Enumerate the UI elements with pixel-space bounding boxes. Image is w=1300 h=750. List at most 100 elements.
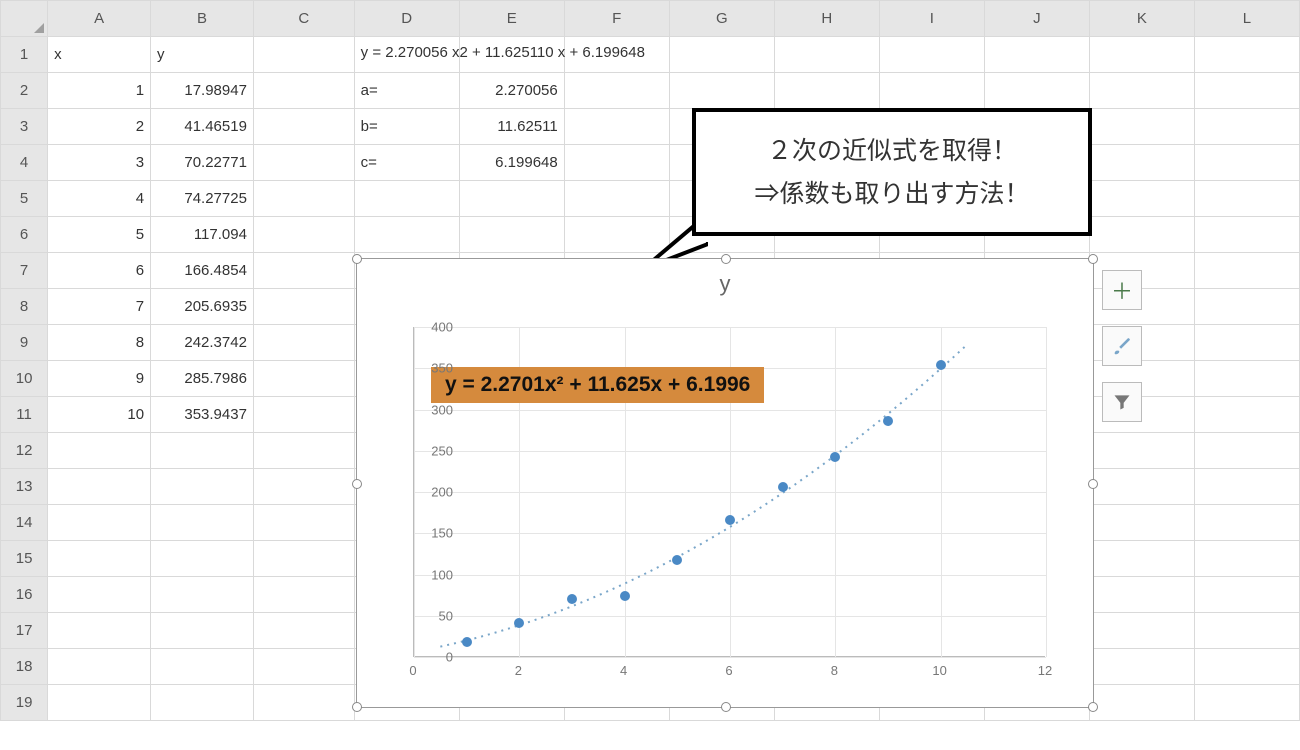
data-point[interactable] <box>462 637 472 647</box>
cell[interactable] <box>151 577 254 613</box>
chart-handle[interactable] <box>352 702 362 712</box>
data-point[interactable] <box>567 594 577 604</box>
cell[interactable] <box>1194 145 1299 181</box>
col-header-K[interactable]: K <box>1089 1 1194 37</box>
cell[interactable] <box>151 541 254 577</box>
row-header[interactable]: 4 <box>1 145 48 181</box>
cell[interactable] <box>253 433 354 469</box>
cell[interactable] <box>253 685 354 721</box>
data-point[interactable] <box>620 591 630 601</box>
cell[interactable]: y = 2.270056 x2 + 11.625110 x + 6.199648 <box>354 37 459 73</box>
cell[interactable] <box>48 469 151 505</box>
chart-handle[interactable] <box>352 254 362 264</box>
col-header-A[interactable]: A <box>48 1 151 37</box>
cell[interactable]: 74.27725 <box>151 181 254 217</box>
cell[interactable] <box>151 469 254 505</box>
cell[interactable]: 2.270056 <box>459 73 564 109</box>
row-header[interactable]: 12 <box>1 433 48 469</box>
cell[interactable]: 1 <box>48 73 151 109</box>
cell[interactable]: c= <box>354 145 459 181</box>
cell[interactable] <box>1194 577 1299 613</box>
cell[interactable] <box>48 613 151 649</box>
cell[interactable] <box>1194 109 1299 145</box>
row-header[interactable]: 5 <box>1 181 48 217</box>
cell[interactable] <box>253 37 354 73</box>
row-header[interactable]: 8 <box>1 289 48 325</box>
cell[interactable] <box>1194 289 1299 325</box>
cell[interactable] <box>253 289 354 325</box>
data-point[interactable] <box>883 416 893 426</box>
cell[interactable] <box>48 505 151 541</box>
cell[interactable] <box>253 253 354 289</box>
cell[interactable] <box>669 37 774 73</box>
cell[interactable] <box>1194 217 1299 253</box>
chart-handle[interactable] <box>352 479 362 489</box>
cell[interactable]: 242.3742 <box>151 325 254 361</box>
cell[interactable] <box>1089 181 1194 217</box>
row-header[interactable]: 16 <box>1 577 48 613</box>
col-header-G[interactable]: G <box>669 1 774 37</box>
chart-add-element-button[interactable]: ＋ <box>1102 270 1142 310</box>
col-header-C[interactable]: C <box>253 1 354 37</box>
cell[interactable] <box>1089 109 1194 145</box>
cell[interactable] <box>564 181 669 217</box>
row-header[interactable]: 2 <box>1 73 48 109</box>
cell[interactable] <box>48 649 151 685</box>
cell[interactable] <box>1089 145 1194 181</box>
cell[interactable] <box>1089 577 1194 613</box>
row-header[interactable]: 1 <box>1 37 48 73</box>
cell[interactable] <box>1194 613 1299 649</box>
cell[interactable] <box>984 73 1089 109</box>
cell[interactable]: b= <box>354 109 459 145</box>
cell[interactable] <box>879 73 984 109</box>
col-header-I[interactable]: I <box>879 1 984 37</box>
cell[interactable] <box>1194 469 1299 505</box>
col-header-L[interactable]: L <box>1194 1 1299 37</box>
cell[interactable] <box>48 685 151 721</box>
cell[interactable] <box>774 73 879 109</box>
cell[interactable] <box>1194 325 1299 361</box>
cell[interactable] <box>1194 73 1299 109</box>
cell[interactable]: x <box>48 37 151 73</box>
cell[interactable] <box>253 505 354 541</box>
cell[interactable]: 17.98947 <box>151 73 254 109</box>
col-header-H[interactable]: H <box>774 1 879 37</box>
cell[interactable] <box>1194 433 1299 469</box>
cell[interactable] <box>354 217 459 253</box>
cell[interactable]: 5 <box>48 217 151 253</box>
cell[interactable] <box>1089 505 1194 541</box>
cell[interactable]: 353.9437 <box>151 397 254 433</box>
cell[interactable] <box>774 37 879 73</box>
cell[interactable] <box>564 73 669 109</box>
cell[interactable]: 2 <box>48 109 151 145</box>
cell[interactable] <box>253 181 354 217</box>
cell[interactable] <box>1089 649 1194 685</box>
row-header[interactable]: 19 <box>1 685 48 721</box>
cell[interactable] <box>253 541 354 577</box>
col-header-D[interactable]: D <box>354 1 459 37</box>
cell[interactable]: 10 <box>48 397 151 433</box>
data-point[interactable] <box>936 360 946 370</box>
chart-handle[interactable] <box>1088 479 1098 489</box>
col-header-B[interactable]: B <box>151 1 254 37</box>
cell[interactable] <box>1089 685 1194 721</box>
row-header[interactable]: 14 <box>1 505 48 541</box>
cell[interactable] <box>1089 469 1194 505</box>
cell[interactable]: 4 <box>48 181 151 217</box>
cell[interactable] <box>1194 541 1299 577</box>
cell[interactable] <box>253 145 354 181</box>
cell[interactable] <box>1089 541 1194 577</box>
cell[interactable]: 41.46519 <box>151 109 254 145</box>
select-all-corner[interactable] <box>1 1 48 37</box>
row-header[interactable]: 3 <box>1 109 48 145</box>
cell[interactable] <box>669 73 774 109</box>
cell[interactable]: 9 <box>48 361 151 397</box>
row-header[interactable]: 18 <box>1 649 48 685</box>
cell[interactable]: 11.62511 <box>459 109 564 145</box>
cell[interactable]: 166.4854 <box>151 253 254 289</box>
col-header-F[interactable]: F <box>564 1 669 37</box>
cell[interactable] <box>984 37 1089 73</box>
cell[interactable] <box>1194 685 1299 721</box>
row-header[interactable]: 6 <box>1 217 48 253</box>
cell[interactable] <box>879 37 984 73</box>
